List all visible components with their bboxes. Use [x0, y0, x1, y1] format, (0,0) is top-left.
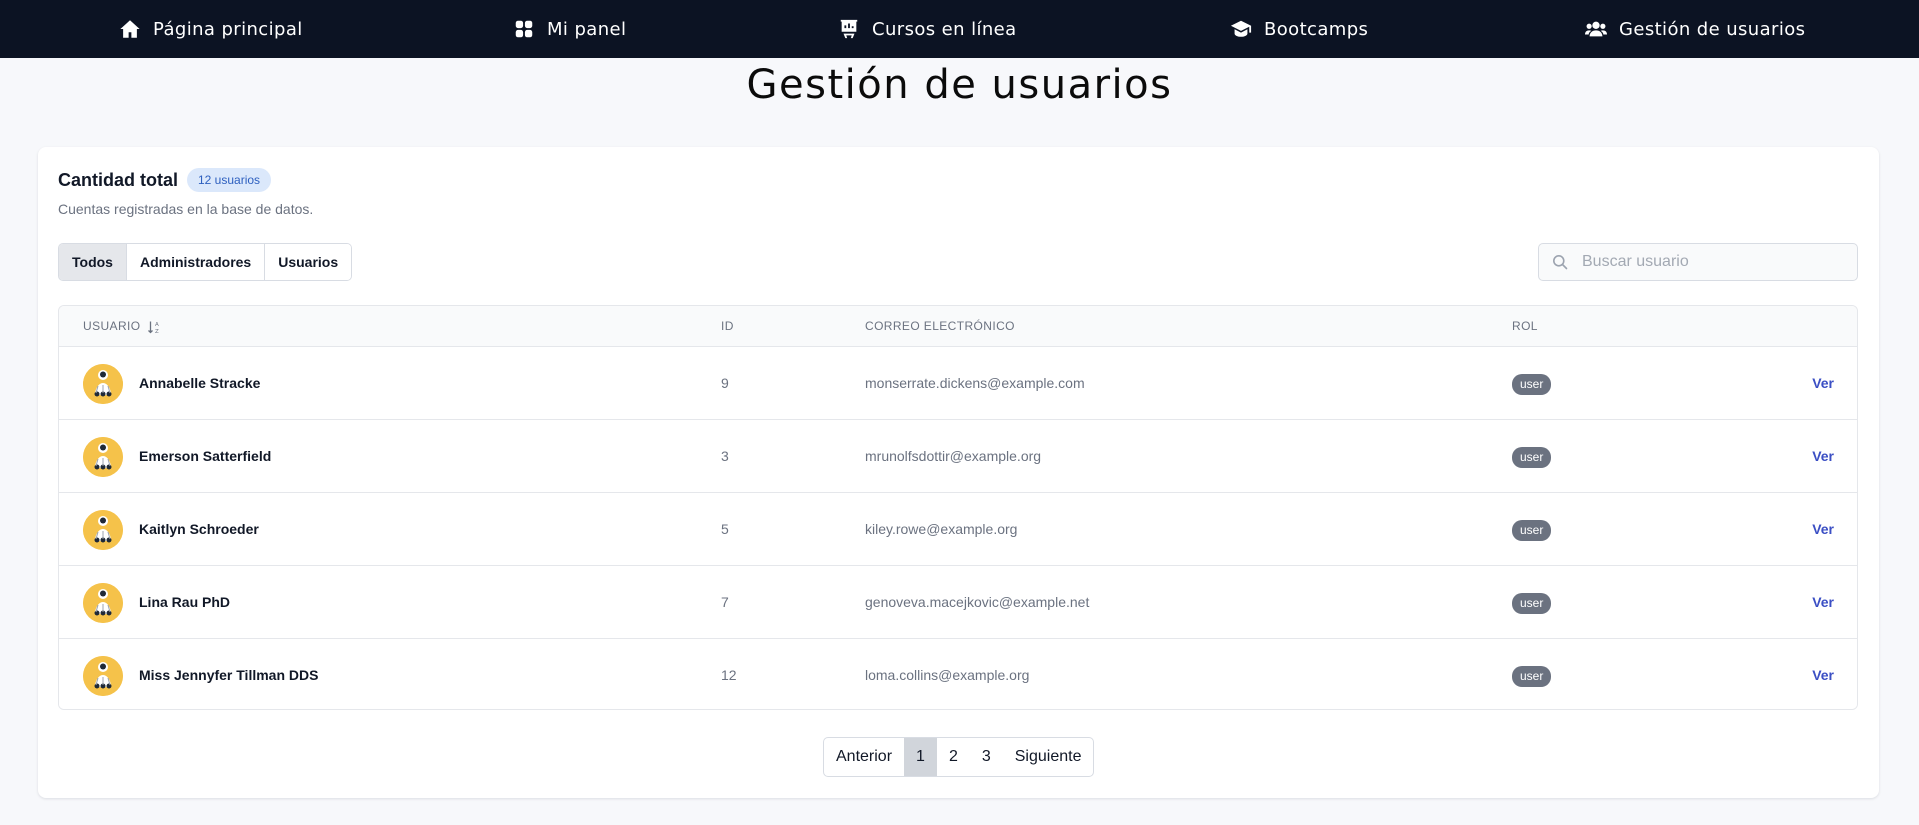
view-user-link[interactable]: Ver	[1812, 566, 1834, 639]
view-user-link[interactable]: Ver	[1812, 347, 1834, 420]
column-header-user[interactable]: Usuario AZ	[83, 306, 161, 347]
users-card: Cantidad total 12 usuarios Cuentas regis…	[38, 147, 1879, 798]
user-id: 7	[721, 594, 729, 610]
user-email: monserrate.dickens@example.com	[865, 375, 1085, 391]
avatar-illustration	[83, 364, 123, 404]
svg-text:A: A	[155, 322, 159, 328]
avatar	[83, 364, 123, 404]
users-table: Usuario AZ ID Correo electrónico Rol Ann…	[58, 305, 1858, 710]
top-navigation: Página principal Mi panel Cursos en líne…	[0, 0, 1919, 58]
role-badge: user	[1512, 520, 1552, 541]
user-email: kiley.rowe@example.org	[865, 521, 1018, 537]
pagination-page-2[interactable]: 2	[937, 738, 970, 776]
user-email: genoveva.macejkovic@example.net	[865, 594, 1090, 610]
avatar-illustration	[83, 583, 123, 623]
user-name: Annabelle Stracke	[139, 375, 261, 391]
nav-item-label: Mi panel	[547, 18, 627, 40]
column-header-email: Correo electrónico	[865, 319, 1015, 333]
nav-item-label: Gestión de usuarios	[1619, 18, 1806, 40]
tab-users[interactable]: Usuarios	[265, 244, 352, 280]
nav-item-label: Bootcamps	[1264, 18, 1369, 40]
table-header: Usuario AZ ID Correo electrónico Rol	[59, 306, 1857, 347]
view-user-link[interactable]: Ver	[1812, 493, 1834, 566]
user-name: Lina Rau PhD	[139, 594, 231, 610]
search-icon	[1553, 255, 1568, 270]
search-box	[1538, 243, 1858, 281]
user-email: mrunolfsdottir@example.org	[865, 448, 1042, 464]
home-icon	[120, 20, 140, 38]
view-user-link[interactable]: Ver	[1812, 639, 1834, 709]
svg-text:Z: Z	[155, 329, 159, 334]
nav-item-label: Cursos en línea	[872, 18, 1017, 40]
user-id: 12	[721, 667, 737, 683]
view-user-link[interactable]: Ver	[1812, 420, 1834, 493]
user-name: Miss Jennyfer Tillman DDS	[139, 667, 319, 683]
pagination-next-button[interactable]: Siguiente	[1003, 738, 1094, 776]
role-badge: user	[1512, 447, 1552, 468]
user-email: loma.collins@example.org	[865, 667, 1030, 683]
role-badge: user	[1512, 593, 1552, 614]
avatar-illustration	[83, 437, 123, 477]
column-header-label: Usuario	[83, 319, 141, 333]
avatar-illustration	[83, 510, 123, 550]
role-filter-tabs: Todos Administradores Usuarios	[58, 243, 353, 281]
pagination-page-1[interactable]: 1	[904, 738, 937, 776]
user-id: 3	[721, 448, 729, 464]
column-header-role: Rol	[1512, 319, 1538, 333]
table-row: Emerson Satterfield 3 mrunolfsdottir@examp…	[59, 420, 1857, 493]
tab-admins[interactable]: Administradores	[126, 244, 266, 280]
pagination-prev-button[interactable]: Anterior	[824, 738, 904, 776]
presentation-icon	[840, 19, 858, 39]
nav-item-bootcamps[interactable]: Bootcamps	[1230, 0, 1368, 58]
avatar	[83, 437, 123, 477]
sort-icon[interactable]: AZ	[147, 320, 161, 334]
column-header-id: ID	[721, 319, 734, 333]
role-badge: user	[1512, 666, 1552, 687]
avatar	[83, 510, 123, 550]
role-badge: user	[1512, 374, 1552, 395]
user-name: Kaitlyn Schroeder	[139, 521, 259, 537]
user-count-badge: 12 usuarios	[187, 168, 272, 192]
table-row: Lina Rau PhD 7 genoveva.macejkovic@example…	[59, 566, 1857, 639]
page-title: Gestión de usuarios	[746, 62, 1173, 108]
table-row: Miss Jennyfer Tillman DDS 12 loma.collins@…	[59, 639, 1857, 709]
pagination: Anterior 1 2 3 Siguiente	[823, 737, 1095, 777]
nav-item-dashboard[interactable]: Mi panel	[513, 0, 626, 58]
pagination-page-3[interactable]: 3	[970, 738, 1003, 776]
nav-item-home[interactable]: Página principal	[119, 0, 303, 58]
tab-all[interactable]: Todos	[59, 244, 127, 280]
grid-icon	[515, 20, 533, 38]
table-row: Kaitlyn Schroeder 5 kiley.rowe@example.org…	[59, 493, 1857, 566]
user-id: 5	[721, 521, 729, 537]
nav-item-user-management[interactable]: Gestión de usuarios	[1585, 0, 1805, 58]
nav-item-label: Página principal	[153, 18, 303, 40]
search-input[interactable]	[1582, 253, 1842, 271]
graduation-cap-icon	[1230, 20, 1252, 37]
avatar	[83, 656, 123, 696]
users-icon	[1585, 21, 1607, 37]
table-row: Annabelle Stracke 9 monserrate.dickens@exa…	[59, 347, 1857, 420]
nav-item-online-courses[interactable]: Cursos en línea	[838, 0, 1017, 58]
avatar	[83, 583, 123, 623]
card-subtitle: Cuentas registradas en la base de datos.	[58, 201, 314, 217]
user-id: 9	[721, 375, 729, 391]
user-name: Emerson Satterfield	[139, 448, 272, 464]
avatar-illustration	[83, 656, 123, 696]
card-title: Cantidad total	[58, 170, 178, 190]
